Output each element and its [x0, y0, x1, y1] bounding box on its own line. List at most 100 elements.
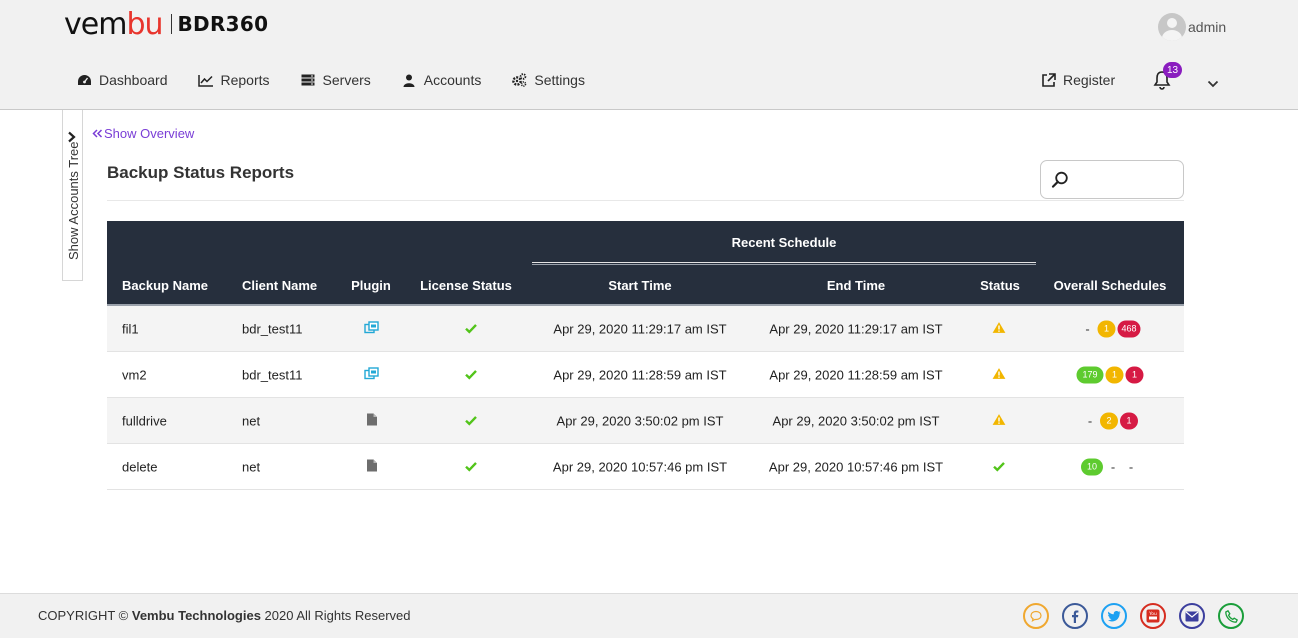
empty-count: -: [1087, 413, 1093, 428]
column-header-start-time[interactable]: Start Time: [608, 278, 671, 293]
column-header-overall-schedules[interactable]: Overall Schedules: [1054, 278, 1167, 293]
empty-count: -: [1110, 459, 1116, 474]
file-icon: [367, 413, 378, 429]
backup-name-cell[interactable]: fulldrive: [122, 413, 167, 428]
backup-name-cell[interactable]: delete: [122, 459, 157, 474]
client-name-cell: net: [242, 459, 261, 474]
logo-wordmark: vembu: [64, 6, 164, 42]
column-header-client-name[interactable]: Client Name: [242, 278, 317, 293]
table-row[interactable]: vm2 bdr_test11 Apr 29, 2020 11:28:59 am IS…: [107, 352, 1184, 398]
page-title: Backup Status Reports: [107, 163, 295, 182]
accounts-tree-toggle-label: Show Accounts Tree: [66, 141, 81, 260]
overall-schedules-cell: 10- -: [1080, 458, 1140, 475]
nav-item-dashboard[interactable]: Dashboard: [76, 72, 168, 88]
nav-item-accounts[interactable]: Accounts: [401, 72, 482, 88]
table-body: fil1 bdr_test11 Apr 29, 2020 11:29:17 am I…: [107, 306, 1184, 490]
table-row[interactable]: fulldrive net Apr 29, 2020 3:50:02 pm IST A…: [107, 398, 1184, 444]
end-time-cell: Apr 29, 2020 11:28:59 am IST: [769, 367, 943, 382]
logo-product-name: BDR360: [177, 12, 269, 36]
end-time-cell: Apr 29, 2020 10:57:46 pm IST: [768, 459, 944, 474]
title-divider: [107, 200, 1184, 201]
phone-icon[interactable]: [1218, 603, 1244, 629]
logo-separator: [170, 14, 172, 34]
empty-count: -: [1128, 459, 1134, 474]
register-label: Register: [1063, 72, 1116, 88]
license-check-icon: [465, 321, 477, 336]
start-time-cell: Apr 29, 2020 11:28:59 am IST: [553, 367, 727, 382]
warning-count-badge[interactable]: 1: [1097, 320, 1116, 337]
backup-name-cell[interactable]: vm2: [122, 367, 147, 382]
dashboard-gauge-icon: [76, 72, 92, 88]
nav-item-reports[interactable]: Reports: [197, 72, 270, 88]
line-chart-icon: [197, 72, 214, 88]
success-count-badge[interactable]: 10: [1080, 458, 1104, 475]
social-links: You: [1023, 603, 1257, 629]
notification-count-badge[interactable]: 13: [1163, 62, 1182, 78]
recent-schedule-group-header: Recent Schedule: [731, 235, 837, 250]
vm-copies-icon: [364, 320, 380, 337]
chat-icon[interactable]: [1023, 603, 1049, 629]
external-link-icon: [1040, 72, 1056, 88]
accounts-tree-toggle[interactable]: Show Accounts Tree: [62, 110, 83, 281]
main-nav: Dashboard Reports Servers Accounts Setti…: [76, 72, 585, 88]
failure-count-badge[interactable]: 1: [1125, 366, 1144, 383]
avatar[interactable]: [1158, 13, 1186, 41]
warning-icon: [992, 367, 1006, 382]
nav-item-label: Accounts: [423, 72, 482, 88]
nav-item-servers[interactable]: Servers: [300, 72, 371, 88]
column-header-backup-name[interactable]: Backup Name: [122, 278, 208, 293]
gears-icon: [511, 72, 527, 88]
column-header-end-time[interactable]: End Time: [827, 278, 885, 293]
column-header-plugin[interactable]: Plugin: [351, 278, 391, 293]
header-actions: Register: [1040, 72, 1115, 88]
facebook-icon[interactable]: [1062, 603, 1088, 629]
nav-item-label: Dashboard: [99, 72, 168, 88]
nav-item-label: Servers: [322, 72, 371, 88]
start-time-cell: Apr 29, 2020 3:50:02 pm IST: [556, 413, 724, 428]
column-header-license-status[interactable]: License Status: [420, 278, 512, 293]
end-time-cell: Apr 29, 2020 11:29:17 am IST: [769, 321, 943, 336]
table-row[interactable]: fil1 bdr_test11 Apr 29, 2020 11:29:17 am I…: [107, 306, 1184, 352]
warning-count-badge[interactable]: 1: [1105, 366, 1124, 383]
nav-item-label: Settings: [534, 72, 585, 88]
server-icon: [300, 72, 316, 88]
chevron-down-icon[interactable]: [1207, 75, 1221, 88]
overall-schedules-cell: -1 468: [1078, 320, 1141, 337]
nav-item-label: Reports: [220, 72, 270, 88]
column-header-status[interactable]: Status: [980, 278, 1020, 293]
app-header: vembu BDR360 admin Dashboard Reports Ser…: [0, 0, 1298, 110]
youtube-icon[interactable]: You: [1140, 603, 1166, 629]
client-name-cell: bdr_test11: [242, 367, 303, 382]
empty-count: -: [1085, 321, 1090, 336]
success-count-badge[interactable]: 179: [1076, 366, 1104, 383]
file-icon: [367, 459, 378, 475]
client-name-cell: bdr_test11: [242, 321, 303, 336]
failure-count-badge[interactable]: 468: [1117, 320, 1141, 337]
svg-text:You: You: [1148, 611, 1157, 617]
footer: COPYRIGHT © Vembu Technologies 2020 All …: [0, 593, 1298, 638]
email-icon[interactable]: [1179, 603, 1205, 629]
warning-icon: [992, 413, 1006, 428]
show-overview-link[interactable]: Show Overview: [92, 126, 194, 141]
overall-schedules-cell: -21: [1081, 412, 1139, 429]
table-header: Recent Schedule Backup Name Client Name …: [107, 221, 1184, 306]
backup-name-cell[interactable]: fil1: [122, 321, 139, 336]
failure-count-badge[interactable]: 1: [1120, 412, 1138, 429]
start-time-cell: Apr 29, 2020 11:29:17 am IST: [553, 321, 727, 336]
vembu-logo[interactable]: vembu BDR360: [64, 6, 268, 42]
user-icon: [401, 72, 417, 88]
copyright-text: COPYRIGHT © Vembu Technologies 2020 All …: [38, 608, 411, 623]
license-check-icon: [465, 413, 477, 428]
register-link[interactable]: Register: [1040, 72, 1115, 88]
warning-icon: [992, 321, 1006, 336]
client-name-cell: net: [242, 413, 261, 428]
warning-count-badge[interactable]: 2: [1100, 412, 1118, 429]
table-row[interactable]: delete net Apr 29, 2020 10:57:46 pm IST Apr…: [107, 444, 1184, 490]
twitter-icon[interactable]: [1101, 603, 1127, 629]
nav-item-settings[interactable]: Settings: [511, 72, 585, 88]
group-header-divider-shadow: [532, 264, 1036, 265]
search-input[interactable]: [1040, 160, 1184, 199]
user-menu[interactable]: admin: [1158, 13, 1226, 41]
user-name[interactable]: admin: [1188, 19, 1226, 35]
group-header-divider: [532, 262, 1036, 263]
